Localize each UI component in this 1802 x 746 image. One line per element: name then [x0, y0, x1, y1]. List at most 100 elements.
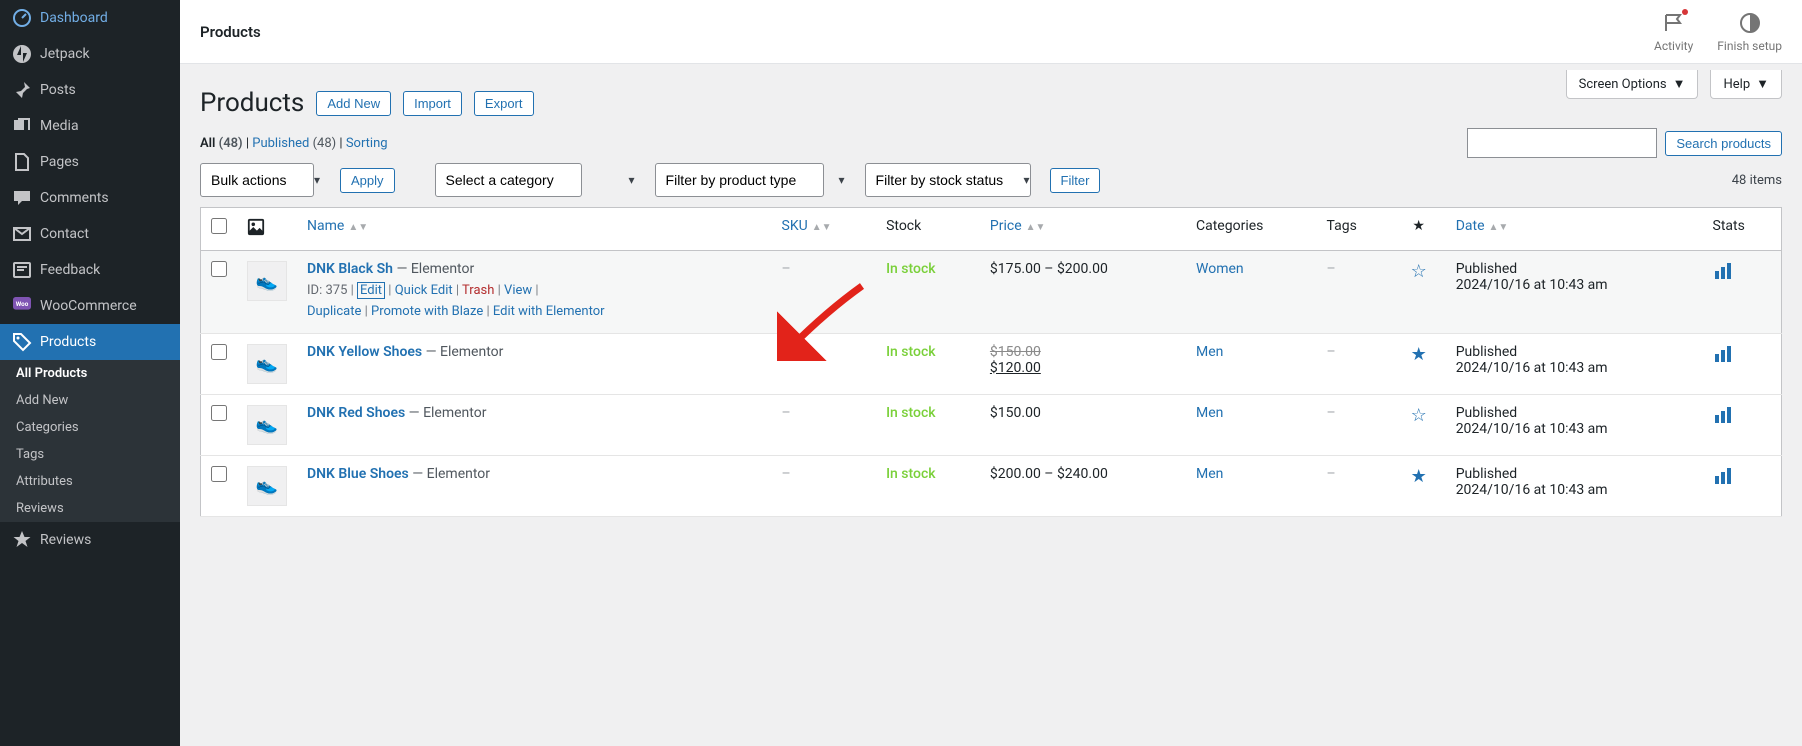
- import-button[interactable]: Import: [403, 91, 462, 116]
- screen-options-button[interactable]: Screen Options ▼: [1566, 70, 1699, 99]
- view-link[interactable]: View: [504, 283, 532, 298]
- tags-value: –: [1327, 344, 1336, 360]
- apply-button[interactable]: Apply: [340, 168, 395, 193]
- edit-elementor-link[interactable]: Edit with Elementor: [493, 304, 605, 319]
- category-filter[interactable]: Select a category: [435, 163, 582, 197]
- sku-value: –: [782, 344, 791, 360]
- featured-toggle[interactable]: ★: [1411, 344, 1427, 365]
- category-link[interactable]: Men: [1196, 344, 1223, 360]
- search-products-button[interactable]: Search products: [1665, 131, 1782, 156]
- price-value: $150.00: [990, 405, 1041, 421]
- col-sku[interactable]: SKU▲▼: [782, 218, 832, 234]
- row-checkbox[interactable]: [211, 261, 227, 277]
- col-tags: Tags: [1327, 218, 1357, 234]
- col-stats: Stats: [1713, 218, 1745, 234]
- sidebar-label: Reviews: [40, 532, 91, 548]
- sidebar-submenu-products: All Products Add New Categories Tags Att…: [0, 360, 180, 522]
- edit-link[interactable]: Edit: [357, 282, 385, 299]
- submenu-add-new[interactable]: Add New: [0, 387, 180, 414]
- product-title-link[interactable]: DNK Black Sh: [307, 261, 393, 277]
- col-name[interactable]: Name▲▼: [307, 218, 368, 234]
- product-title-link[interactable]: DNK Red Shoes: [307, 405, 405, 421]
- sidebar-item-dashboard[interactable]: Dashboard: [0, 0, 180, 36]
- price-value: $175.00 – $200.00: [990, 261, 1108, 277]
- select-all-checkbox[interactable]: [211, 218, 227, 234]
- row-checkbox[interactable]: [211, 405, 227, 421]
- featured-toggle[interactable]: ☆: [1411, 405, 1427, 426]
- product-title-link[interactable]: DNK Yellow Shoes: [307, 344, 422, 360]
- product-thumbnail[interactable]: 👟: [247, 405, 287, 445]
- sidebar-item-woocommerce[interactable]: Woo WooCommerce: [0, 288, 180, 324]
- sidebar-item-contact[interactable]: Contact: [0, 216, 180, 252]
- bulk-actions-select[interactable]: Bulk actions: [200, 163, 314, 197]
- product-thumbnail[interactable]: 👟: [247, 261, 287, 301]
- sidebar-item-feedback[interactable]: Feedback: [0, 252, 180, 288]
- quick-edit-link[interactable]: Quick Edit: [395, 283, 453, 298]
- stats-icon[interactable]: [1713, 405, 1733, 425]
- sidebar-item-reviews[interactable]: Reviews: [0, 522, 180, 558]
- sidebar-label: Jetpack: [40, 46, 90, 62]
- image-icon: [247, 224, 265, 240]
- table-row: 👟 DNK Black Sh — Elementor ID: 375 | Edi…: [201, 251, 1782, 334]
- sidebar-item-pages[interactable]: Pages: [0, 144, 180, 180]
- search-input[interactable]: [1467, 128, 1657, 158]
- woo-icon: Woo: [12, 296, 32, 316]
- add-new-button[interactable]: Add New: [316, 91, 391, 116]
- stats-icon[interactable]: [1713, 261, 1733, 281]
- category-link[interactable]: Women: [1196, 261, 1244, 277]
- sidebar-item-jetpack[interactable]: Jetpack: [0, 36, 180, 72]
- stock-status-filter[interactable]: Filter by stock status: [865, 163, 1031, 197]
- submenu-attributes[interactable]: Attributes: [0, 468, 180, 495]
- filter-button[interactable]: Filter: [1050, 168, 1101, 193]
- activity-button[interactable]: Activity: [1654, 11, 1693, 53]
- featured-toggle[interactable]: ☆: [1411, 261, 1427, 282]
- view-published[interactable]: Published (48): [252, 136, 336, 151]
- sidebar-label: Posts: [40, 82, 76, 98]
- submenu-categories[interactable]: Categories: [0, 414, 180, 441]
- sidebar-item-media[interactable]: Media: [0, 108, 180, 144]
- submenu-reviews[interactable]: Reviews: [0, 495, 180, 522]
- date-status: Published: [1456, 405, 1517, 421]
- submenu-all-products[interactable]: All Products: [0, 360, 180, 387]
- sidebar-item-posts[interactable]: Posts: [0, 72, 180, 108]
- help-button[interactable]: Help ▼: [1710, 70, 1782, 99]
- row-actions: ID: 375 | Edit | Quick Edit | Trash | Vi…: [307, 281, 762, 323]
- sku-value: –: [782, 405, 791, 421]
- row-checkbox[interactable]: [211, 344, 227, 360]
- featured-toggle[interactable]: ★: [1411, 466, 1427, 487]
- product-title-link[interactable]: DNK Blue Shoes: [307, 466, 409, 482]
- row-id: ID: 375: [307, 283, 347, 298]
- col-price[interactable]: Price▲▼: [990, 218, 1046, 234]
- sidebar-item-comments[interactable]: Comments: [0, 180, 180, 216]
- category-link[interactable]: Men: [1196, 466, 1223, 482]
- chevron-down-icon: ▼: [1756, 76, 1769, 92]
- tags-value: –: [1327, 405, 1336, 421]
- category-link[interactable]: Men: [1196, 405, 1223, 421]
- date-value: 2024/10/16 at 10:43 am: [1456, 360, 1608, 376]
- view-sorting[interactable]: Sorting: [346, 136, 388, 151]
- product-thumbnail[interactable]: 👟: [247, 466, 287, 506]
- submenu-tags[interactable]: Tags: [0, 441, 180, 468]
- topbar: Products Activity Finish setup: [180, 0, 1802, 64]
- col-date[interactable]: Date▲▼: [1456, 218, 1509, 234]
- duplicate-link[interactable]: Duplicate: [307, 304, 361, 319]
- page-header: Products Add New Import Export: [200, 88, 1782, 118]
- stats-icon[interactable]: [1713, 466, 1733, 486]
- finish-icon: [1738, 11, 1762, 35]
- elementor-suffix: — Elementor: [409, 405, 487, 421]
- stats-icon[interactable]: [1713, 344, 1733, 364]
- featured-star-icon: ★: [1412, 218, 1425, 234]
- sidebar-label: Contact: [40, 226, 89, 242]
- product-type-filter[interactable]: Filter by product type: [655, 163, 824, 197]
- view-all[interactable]: All (48): [200, 136, 243, 151]
- date-status: Published: [1456, 261, 1517, 277]
- elementor-suffix: — Elementor: [426, 344, 504, 360]
- product-thumbnail[interactable]: 👟: [247, 344, 287, 384]
- topbar-title: Products: [200, 23, 261, 41]
- promote-blaze-link[interactable]: Promote with Blaze: [371, 304, 483, 319]
- row-checkbox[interactable]: [211, 466, 227, 482]
- trash-link[interactable]: Trash: [462, 283, 494, 298]
- export-button[interactable]: Export: [474, 91, 534, 116]
- finish-setup-button[interactable]: Finish setup: [1717, 11, 1782, 53]
- sidebar-item-products[interactable]: Products: [0, 324, 180, 360]
